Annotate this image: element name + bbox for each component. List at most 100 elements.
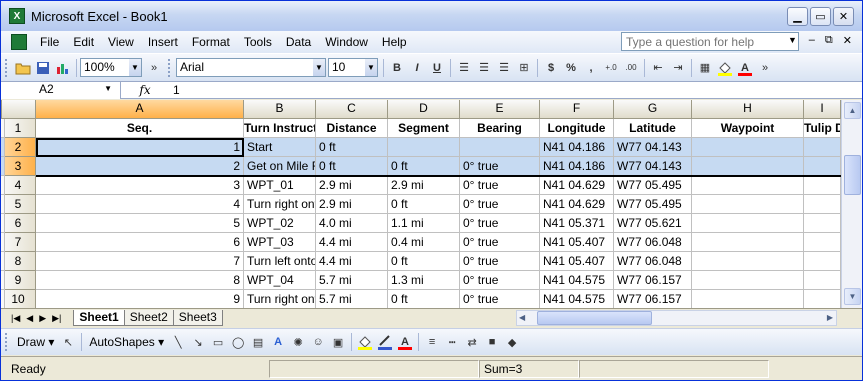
scroll-left-icon[interactable]: ◀ [519,313,525,322]
scroll-thumb[interactable] [537,311,652,325]
row-header[interactable]: 9 [1,271,36,290]
line-icon[interactable]: ╲ [168,332,188,352]
line-style-icon[interactable]: ≡ [422,332,442,352]
cell[interactable]: N41 04.575 [540,271,614,290]
chevron-down-icon[interactable]: ▼ [129,59,141,76]
cell[interactable]: 2.9 mi [316,195,388,214]
column-title-cell[interactable]: Latitude [614,119,692,138]
cell[interactable]: 2.9 mi [316,176,388,195]
cell[interactable]: 9 [36,290,244,308]
row-header[interactable]: 1 [1,119,36,138]
chart-icon[interactable] [53,58,73,78]
font-color-icon[interactable]: A [395,332,415,352]
cell[interactable] [1,157,5,176]
cell[interactable]: 1.3 mi [388,271,460,290]
menu-file[interactable]: File [33,35,66,49]
toolbar-grip[interactable] [5,58,8,77]
column-header-c[interactable]: C [316,100,388,119]
font-size-select[interactable]: 10 ▼ [328,58,378,77]
cell[interactable]: 0° true [460,271,540,290]
cell[interactable] [692,290,804,308]
cell[interactable]: N41 04.629 [540,195,614,214]
scroll-thumb[interactable] [844,155,861,195]
cell[interactable]: N41 04.629 [540,176,614,195]
tab-sheet1[interactable]: Sheet1 [73,310,125,326]
currency-icon[interactable]: $ [541,58,561,78]
cell[interactable]: W77 05.621 [614,214,692,233]
cell[interactable]: W77 06.048 [614,252,692,271]
cell[interactable] [804,214,841,233]
tab-sheet2[interactable]: Sheet2 [123,310,174,326]
cell[interactable] [1,214,5,233]
prev-sheet-icon[interactable]: ◀ [26,313,33,324]
cell[interactable]: 0° true [460,157,540,176]
cell[interactable]: WPT_01 [244,176,316,195]
doc-minimize-icon[interactable]: – [809,34,815,47]
cell[interactable]: 5 [36,214,244,233]
diagram-icon[interactable]: ✺ [288,332,308,352]
fill-color-icon[interactable] [355,332,375,352]
column-header-d[interactable]: D [388,100,460,119]
cell[interactable] [692,195,804,214]
increase-indent-icon[interactable]: ⇥ [668,58,688,78]
scroll-down-icon[interactable]: ▼ [844,288,861,305]
close-button[interactable]: ✕ [833,7,854,26]
row-header[interactable]: 6 [1,214,36,233]
underline-icon[interactable]: U [427,58,447,78]
scroll-right-icon[interactable]: ▶ [827,313,833,322]
next-sheet-icon[interactable]: ▶ [39,313,46,324]
cell[interactable] [804,233,841,252]
open-icon[interactable] [13,58,33,78]
cell[interactable]: WPT_04 [244,271,316,290]
formula-input[interactable]: 1 [169,83,180,97]
cell[interactable]: 5.7 mi [316,271,388,290]
cell[interactable]: 0.4 mi [388,233,460,252]
row-header[interactable]: 4 [1,176,36,195]
name-box[interactable]: A2 ▼ [1,81,121,99]
select-objects-icon[interactable]: ↖ [58,332,78,352]
autoshapes-menu-button[interactable]: AutoShapes ▾ [85,335,168,349]
cell[interactable]: W77 05.495 [614,195,692,214]
tab-sheet3[interactable]: Sheet3 [172,310,223,326]
toolbar-options-icon[interactable]: » [755,58,775,78]
cell[interactable] [1,195,5,214]
column-title-cell[interactable]: Waypoint [692,119,804,138]
cell[interactable] [388,138,460,157]
first-sheet-icon[interactable]: |◀ [11,313,20,324]
save-icon[interactable] [33,58,53,78]
column-header-e[interactable]: E [460,100,540,119]
menu-window[interactable]: Window [318,35,375,49]
cell[interactable] [804,252,841,271]
cell[interactable] [1,233,5,252]
cell[interactable]: N41 04.186 [540,157,614,176]
oval-icon[interactable]: ◯ [228,332,248,352]
clip-art-icon[interactable]: ☺ [308,332,328,352]
cell[interactable]: 0° true [460,290,540,308]
cell[interactable]: 1 [36,138,244,157]
row-header[interactable]: 10 [1,290,36,308]
cell[interactable]: 0° true [460,195,540,214]
text-box-icon[interactable]: ▤ [248,332,268,352]
cell[interactable]: 4.4 mi [316,252,388,271]
chevron-down-icon[interactable]: ▼ [313,59,325,76]
cell[interactable]: 6 [36,233,244,252]
row-header[interactable]: 2 [1,138,36,157]
column-title-cell[interactable]: Bearing [460,119,540,138]
cell[interactable]: W77 05.495 [614,176,692,195]
cell[interactable] [692,271,804,290]
decrease-decimal-icon[interactable]: .00 [621,58,641,78]
column-header-f[interactable]: F [540,100,614,119]
last-sheet-icon[interactable]: ▶| [52,313,61,324]
wordart-icon[interactable]: A [268,332,288,352]
align-center-icon[interactable]: ☰ [474,58,494,78]
cell[interactable] [692,157,804,176]
cell[interactable]: 0° true [460,176,540,195]
cell[interactable] [1,271,5,290]
cell[interactable]: W77 06.157 [614,290,692,308]
workbook-icon[interactable] [11,34,27,50]
3d-style-icon[interactable]: ◆ [502,332,522,352]
merge-center-icon[interactable]: ⊞ [514,58,534,78]
toolbar-grip[interactable] [168,58,171,77]
cell[interactable]: 0° true [460,214,540,233]
cell[interactable]: 0 ft [388,290,460,308]
